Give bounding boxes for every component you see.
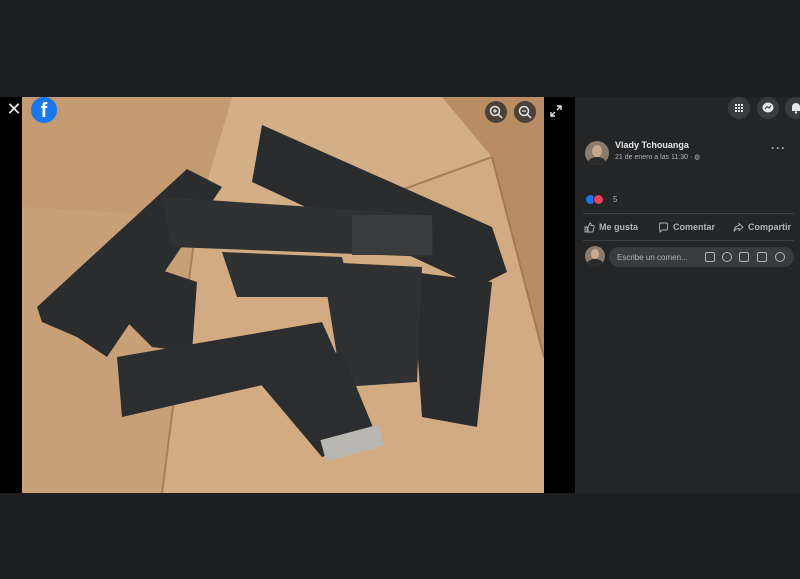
love-reaction-icon <box>593 194 604 205</box>
notifications-icon[interactable] <box>785 97 800 119</box>
user-avatar[interactable] <box>585 246 605 266</box>
comment-input[interactable] <box>617 247 701 267</box>
thumbs-up-icon <box>584 222 595 232</box>
comment-composer[interactable] <box>609 247 794 267</box>
share-button[interactable]: Compartir <box>733 220 791 234</box>
author-name[interactable]: Vlady Tchouanga <box>615 140 689 150</box>
page: ✕ f Vlady Tchouanga 21 de enero a las 11… <box>0 0 800 579</box>
gif-icon[interactable] <box>757 252 767 262</box>
emoji-icon[interactable] <box>722 252 732 262</box>
share-label: Compartir <box>748 222 792 232</box>
comment-icon <box>659 222 668 233</box>
like-label: Me gusta <box>599 222 639 232</box>
globe-icon: ◍ <box>694 154 701 161</box>
like-button[interactable]: Me gusta <box>584 220 638 234</box>
camera-icon[interactable] <box>739 252 749 262</box>
photo-image <box>22 97 544 493</box>
more-options-icon[interactable]: ··· <box>771 141 786 155</box>
facebook-logo-letter: f <box>40 100 48 122</box>
comment-button[interactable]: Comentar <box>658 220 715 234</box>
header-icons <box>575 97 800 119</box>
grid-menu-icon[interactable] <box>728 97 750 119</box>
messenger-icon[interactable] <box>757 97 779 119</box>
photo-viewer: ✕ f <box>0 97 575 493</box>
share-icon <box>733 222 744 232</box>
post-date[interactable]: 21 de enero a las 11:30 · ◍ <box>615 153 700 161</box>
sticker-alt-icon[interactable] <box>775 252 785 262</box>
zoom-out-icon[interactable] <box>514 101 536 123</box>
post-photo[interactable] <box>22 97 544 493</box>
comment-label: Comentar <box>673 222 716 232</box>
facebook-logo[interactable]: f <box>31 97 57 123</box>
zoom-in-icon[interactable] <box>485 101 507 123</box>
expand-icon[interactable] <box>549 104 563 118</box>
author-avatar[interactable] <box>585 141 609 165</box>
reaction-count: 5 <box>613 195 618 204</box>
divider <box>583 213 794 214</box>
close-icon[interactable]: ✕ <box>4 99 24 119</box>
sticker-icon[interactable] <box>705 252 715 262</box>
divider <box>583 240 794 241</box>
